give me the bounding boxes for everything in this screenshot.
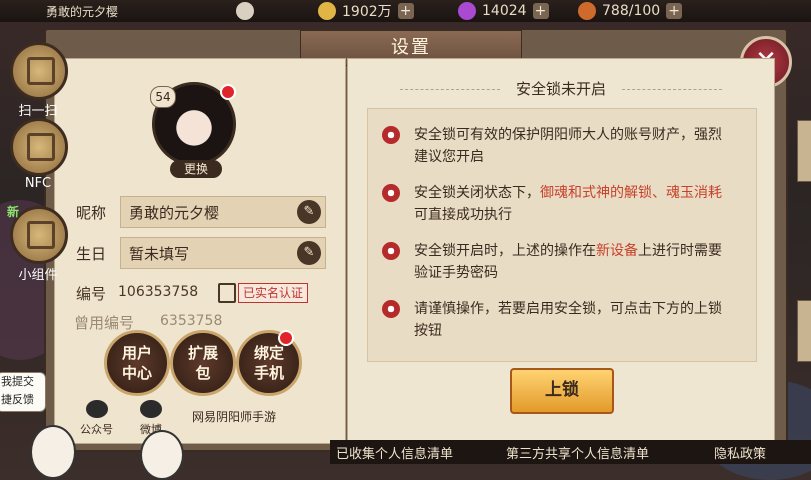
edit-nickname-button[interactable]: ✎ [297, 200, 321, 224]
weibo-icon [140, 400, 162, 418]
bullet-icon [382, 184, 400, 202]
avatar-notification-dot [220, 84, 236, 100]
privacy-policy-link[interactable]: 隐私政策 [714, 443, 766, 462]
bullet-icon [382, 242, 400, 260]
user-center-label: 用户 中心 [121, 344, 152, 382]
id-value: 106353758 [118, 284, 199, 300]
jade-icon [458, 2, 476, 20]
gold-counter: 1902万 + [318, 1, 414, 21]
nickname-label: 昵称 [76, 204, 107, 222]
nickname-field: 勇敢的元夕樱 ✎ [120, 196, 326, 228]
lock-button[interactable]: 上锁 [510, 368, 614, 414]
bullet-icon [382, 300, 400, 318]
jade-counter: 14024 + [458, 1, 549, 21]
security-item-2-text-end: 可直接成功执行 [414, 207, 512, 223]
add-jade-button[interactable]: + [532, 3, 549, 19]
wechat-label: 公众号 [80, 423, 113, 436]
nickname-value: 勇敢的元夕樱 [129, 204, 220, 222]
scan-icon [10, 42, 68, 100]
netease-link[interactable]: 网易阴阳师手游 [192, 408, 276, 425]
bullet-icon [382, 126, 400, 144]
expansion-pack-button[interactable]: 扩展 包 [170, 330, 236, 396]
right-edge-tab[interactable] [797, 120, 811, 182]
feedback-bubble[interactable]: 我提交 捷反馈 [0, 372, 46, 412]
old-id-value: 6353758 [160, 313, 223, 329]
new-badge: 新 [7, 205, 20, 219]
coin-icon [318, 2, 336, 20]
id-label: 编号 [76, 285, 107, 303]
verified-badge: 已实名认证 [238, 283, 309, 303]
widget-label: 小组件 [18, 268, 58, 283]
level-badge: 54 [150, 86, 176, 108]
birthday-field: 暂未填写 ✎ [120, 237, 326, 269]
player-name: 勇敢的元夕樱 [46, 5, 119, 19]
security-item-2: 安全锁关闭状态下，御魂和式神的解锁、魂玉消耗可直接成功执行 [382, 182, 734, 226]
add-gold-button[interactable]: + [397, 3, 414, 19]
settings-gear[interactable] [236, 1, 260, 21]
nfc-label: NFC [24, 176, 52, 191]
birthday-value: 暂未填写 [129, 245, 190, 263]
nfc-button[interactable]: NFC [10, 118, 68, 191]
wechat-icon [85, 400, 108, 418]
widget-button[interactable]: 新 小组件 [7, 205, 68, 283]
chibi-character [140, 430, 184, 480]
security-item-1: 安全锁可有效的保护阴阳师大人的账号财产，强烈建议您开启 [382, 124, 734, 168]
security-title: 安全锁未开启 [380, 78, 742, 99]
security-item-4-text: 请谨慎操作，若要启用安全锁，可点击下方的上锁按钮 [414, 301, 722, 339]
right-edge-tab[interactable] [797, 300, 811, 362]
security-item-4: 请谨慎操作，若要启用安全锁，可点击下方的上锁按钮 [382, 298, 734, 342]
expansion-pack-label: 扩展 包 [187, 344, 218, 382]
change-avatar-button[interactable]: 更换 [170, 160, 222, 178]
feedback-bubble-text: 我提交 捷反馈 [1, 375, 34, 406]
security-item-1-text: 安全锁可有效的保护阴阳师大人的账号财产，强烈建议您开启 [414, 127, 722, 165]
scan-label: 扫一扫 [18, 104, 58, 119]
old-id-label: 曾用编号 [74, 314, 135, 332]
user-center-button[interactable]: 用户 中心 [104, 330, 170, 396]
scan-button[interactable]: 扫一扫 [10, 42, 68, 119]
third-party-info-link[interactable]: 第三方共享个人信息清单 [506, 443, 649, 462]
wechat-button[interactable]: 公众号 [80, 400, 113, 437]
copy-icon[interactable] [218, 283, 236, 303]
security-item-2-highlight: 御魂和式神的解锁、魂玉消耗 [540, 185, 722, 201]
security-item-3-highlight: 新设备 [596, 243, 638, 259]
stamina-value: 788/100 [602, 3, 661, 19]
jade-value: 14024 [482, 3, 527, 19]
stamina-icon [578, 2, 596, 20]
chibi-character [30, 425, 76, 479]
bind-phone-notification-dot [278, 330, 294, 346]
bind-phone-label: 绑定 手机 [253, 344, 284, 382]
security-item-2-text: 安全锁关闭状态下， [414, 185, 540, 201]
resource-bar: 勇敢的元夕樱 1902万 + 14024 + 788/100 + [0, 0, 811, 22]
nfc-icon [10, 118, 68, 176]
stamina-counter: 788/100 + [578, 1, 683, 21]
birthday-label: 生日 [76, 245, 107, 263]
edit-birthday-button[interactable]: ✎ [297, 241, 321, 265]
widget-icon: 新 [7, 205, 68, 264]
collected-info-link[interactable]: 已收集个人信息清单 [336, 443, 453, 462]
gear-icon [236, 2, 254, 20]
security-item-3-text: 安全锁开启时，上述的操作在 [414, 243, 596, 259]
policy-bar: 已收集个人信息清单 第三方共享个人信息清单 隐私政策 [330, 440, 811, 464]
add-stamina-button[interactable]: + [666, 3, 683, 19]
security-item-3: 安全锁开启时，上述的操作在新设备上进行时需要验证手势密码 [382, 240, 734, 284]
gold-value: 1902万 [342, 4, 392, 20]
